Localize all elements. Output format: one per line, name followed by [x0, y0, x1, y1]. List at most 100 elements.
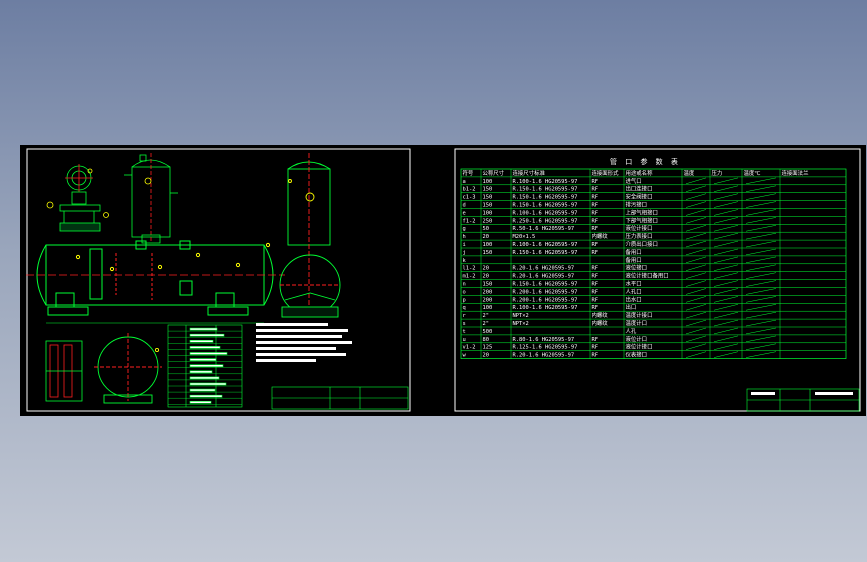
empty-cell-hatch	[745, 248, 777, 256]
empty-cell-hatch	[713, 304, 739, 311]
empty-cell-hatch	[713, 351, 739, 358]
left-title-block	[271, 386, 409, 410]
table-cell: k	[463, 258, 467, 264]
empty-cell-hatch	[685, 225, 707, 232]
left-drawing-sheet	[26, 148, 411, 412]
table-cell: 80	[483, 337, 490, 343]
table-header-cell: 符号	[463, 169, 474, 177]
empty-cell-hatch	[745, 272, 777, 279]
empty-cell-hatch	[713, 248, 739, 256]
table-cell: 20	[483, 353, 490, 359]
table-header-cell: 连接面法兰	[782, 169, 810, 177]
empty-cell-hatch	[685, 319, 707, 327]
table-cell: 50	[483, 226, 490, 232]
table-cell: 20	[483, 274, 490, 280]
table-cell: RF	[592, 337, 599, 343]
empty-cell-hatch	[713, 335, 739, 343]
table-cell: NPT×2	[513, 313, 529, 319]
table-cell: 20	[483, 234, 490, 240]
nozzle-schedule-table: 管 口 参 数 表 符号 公称尺寸 连接尺寸标准 连接面形式 用途或名称 温度 压力 温度℃ 连…	[460, 157, 847, 359]
parts-list-entry	[189, 327, 218, 331]
parts-list-entry	[189, 376, 220, 380]
table-cell: 水平口	[626, 280, 642, 288]
empty-cell-hatch	[745, 351, 777, 358]
empty-cell-hatch	[713, 343, 739, 350]
table-cell: RF	[592, 297, 599, 303]
empty-cell-hatch	[713, 225, 739, 232]
table-cell: r	[463, 313, 467, 319]
table-cell: s	[463, 321, 466, 327]
table-cell: R.150-1.6 HG20595-97	[513, 250, 578, 256]
table-cell: 压力表接口	[626, 232, 653, 240]
empty-cell-hatch	[685, 232, 707, 240]
table-cell: R.100-1.6 HG20595-97	[513, 242, 578, 248]
empty-cell-hatch	[685, 185, 707, 192]
empty-cell-hatch	[685, 209, 707, 216]
parts-list-entry	[189, 346, 221, 349]
table-cell: 人孔	[626, 327, 637, 335]
empty-cell-hatch	[685, 264, 707, 271]
table-cell: 人孔口	[626, 287, 642, 295]
empty-cell-hatch	[685, 327, 707, 335]
table-header-cell: 连接尺寸标准	[513, 169, 546, 177]
table-cell: 100	[483, 242, 493, 248]
table-cell: i	[463, 242, 466, 248]
table-cell: v1-2	[463, 345, 476, 351]
table-cell: 20	[483, 266, 490, 272]
empty-cell-hatch	[745, 201, 777, 208]
empty-cell-hatch	[745, 185, 777, 192]
empty-cell-hatch	[745, 225, 777, 232]
table-cell: 100	[483, 210, 493, 216]
vessel-end-view	[94, 333, 162, 404]
table-header-cell: 压力	[712, 169, 723, 177]
parts-list-entry	[189, 352, 228, 355]
table-cell: 介质出口接口	[626, 240, 658, 248]
table-cell: 温度计接口	[626, 311, 653, 319]
table-header-cell: 用途或名称	[626, 169, 654, 177]
table-cell: 液位计接口备用口	[626, 272, 669, 280]
empty-cell-hatch	[685, 296, 707, 303]
right-title-block	[746, 388, 860, 412]
table-cell: 进气口	[626, 177, 642, 185]
table-cell: R.150-1.6 HG20595-97	[513, 187, 578, 193]
empty-cell-hatch	[713, 264, 739, 271]
table-cell: 内螺纹	[592, 232, 609, 240]
empty-cell-hatch	[745, 343, 777, 350]
cad-viewport[interactable]: 管 口 参 数 表 符号 公称尺寸 连接尺寸标准 连接面形式 用途或名称 温度 压力 温度℃ 连…	[20, 145, 866, 416]
table-cell: RF	[592, 226, 599, 232]
empty-cell-hatch	[745, 193, 777, 200]
cad-drawing: 管 口 参 数 表 符号 公称尺寸 连接尺寸标准 连接面形式 用途或名称 温度 压力 温度℃ 连…	[26, 148, 861, 412]
table-cell: 内螺纹	[592, 311, 609, 319]
empty-cell-hatch	[713, 327, 739, 335]
table-cell: 出口连接口	[626, 185, 653, 193]
table-cell: RF	[592, 282, 599, 288]
empty-cell-hatch	[685, 240, 707, 248]
table-cell: u	[463, 337, 466, 343]
table-cell: 150	[483, 250, 493, 256]
table-cell: 备用口	[626, 248, 642, 256]
empty-cell-hatch	[713, 319, 739, 327]
table-cell: R.150-1.6 HG20595-97	[513, 195, 578, 201]
table-header-cell: 公称尺寸	[483, 169, 505, 177]
table-cell: h	[463, 234, 466, 240]
table-cell: 200	[483, 297, 493, 303]
table-cell: 液位计接口	[626, 343, 653, 351]
vessel-dome-column	[124, 153, 178, 244]
table-cell: RF	[592, 203, 599, 209]
empty-cell-hatch	[713, 177, 739, 185]
empty-cell-hatch	[745, 256, 777, 264]
empty-cell-hatch	[745, 304, 777, 311]
empty-cell-hatch	[685, 288, 707, 295]
table-cell: j	[463, 250, 466, 256]
table-cell: 出水口	[626, 295, 642, 303]
table-cell: 125	[483, 345, 493, 351]
table-cell: p	[463, 297, 466, 303]
table-cell: 100	[483, 179, 493, 185]
table-cell: g	[463, 226, 466, 232]
table-cell: w	[463, 353, 467, 359]
table-cell: RF	[592, 242, 599, 248]
parts-list-entry	[189, 370, 213, 374]
parts-list-entry	[189, 394, 223, 398]
empty-cell-hatch	[713, 280, 739, 287]
table-header-cell: 连接面形式	[592, 169, 620, 177]
